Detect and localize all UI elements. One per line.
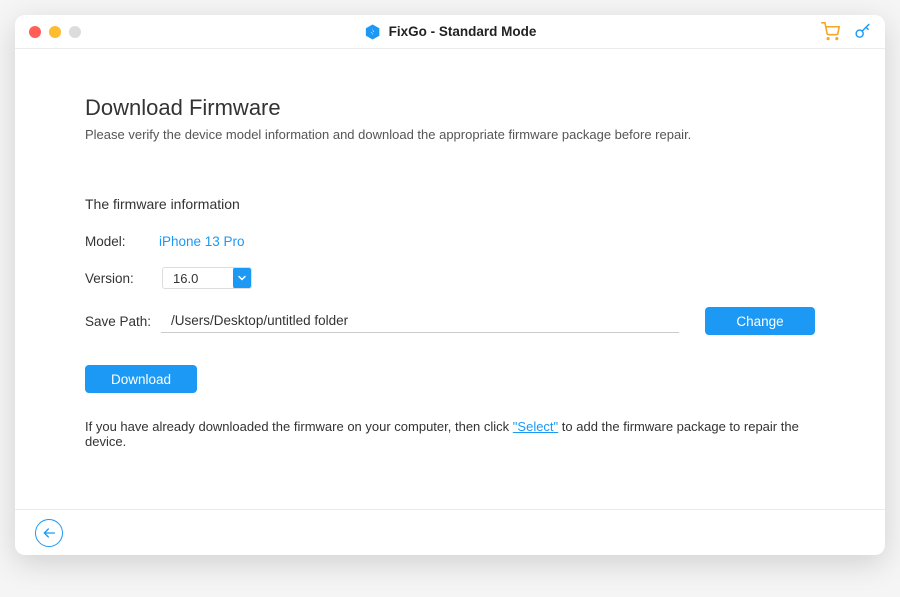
- savepath-label: Save Path:: [85, 314, 151, 329]
- bottombar: [15, 509, 885, 555]
- maximize-window-button[interactable]: [69, 26, 81, 38]
- content-area: Download Firmware Please verify the devi…: [15, 49, 885, 509]
- title-center: FixGo - Standard Mode: [364, 23, 537, 41]
- titlebar-right-icons: [821, 22, 871, 41]
- minimize-window-button[interactable]: [49, 26, 61, 38]
- firmware-section-label: The firmware information: [85, 196, 815, 212]
- footer-text: If you have already downloaded the firmw…: [85, 419, 815, 449]
- titlebar: FixGo - Standard Mode: [15, 15, 885, 49]
- cart-icon[interactable]: [821, 22, 840, 41]
- close-window-button[interactable]: [29, 26, 41, 38]
- model-label: Model:: [85, 234, 155, 249]
- model-row: Model: iPhone 13 Pro: [85, 234, 815, 249]
- footer-text-prefix: If you have already downloaded the firmw…: [85, 419, 513, 434]
- select-link[interactable]: "Select": [513, 419, 558, 434]
- page-title: Download Firmware: [85, 95, 815, 121]
- chevron-down-icon: [233, 267, 251, 289]
- version-label: Version:: [85, 271, 155, 286]
- key-icon[interactable]: [854, 23, 871, 40]
- page-subtitle: Please verify the device model informati…: [85, 127, 815, 142]
- change-button[interactable]: Change: [705, 307, 815, 335]
- window-controls: [29, 26, 81, 38]
- savepath-row: Save Path: Change: [85, 307, 815, 335]
- model-value: iPhone 13 Pro: [159, 234, 245, 249]
- version-select[interactable]: 16.0: [162, 267, 252, 289]
- download-button[interactable]: Download: [85, 365, 197, 393]
- window-title: FixGo - Standard Mode: [389, 24, 537, 39]
- version-row: Version: 16.0: [85, 267, 815, 289]
- app-logo-icon: [364, 23, 382, 41]
- version-value: 16.0: [163, 271, 233, 286]
- app-window: FixGo - Standard Mode Download Firmware …: [15, 15, 885, 555]
- back-button[interactable]: [35, 519, 63, 547]
- savepath-input[interactable]: [161, 309, 679, 333]
